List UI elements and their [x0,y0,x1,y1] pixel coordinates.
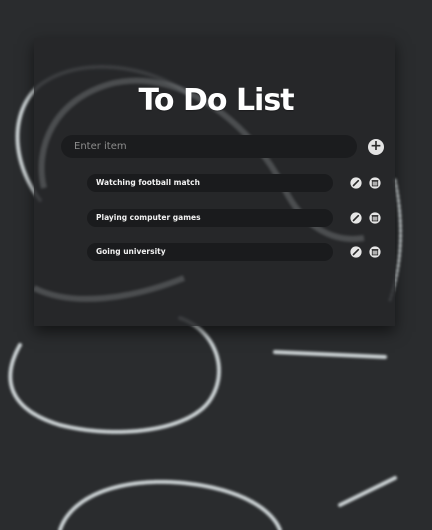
trash-icon [369,246,381,258]
todo-input[interactable] [61,135,357,158]
delete-button[interactable] [369,212,381,224]
delete-button[interactable] [369,177,381,189]
edit-button[interactable] [350,177,362,189]
plus-icon: + [370,138,382,154]
todo-item: Going university [87,243,333,261]
pencil-icon [350,246,362,258]
pencil-icon [350,177,362,189]
todo-item: Watching football match [87,174,333,192]
delete-button[interactable] [369,246,381,258]
edit-button[interactable] [350,246,362,258]
todo-item: Playing computer games [87,209,333,227]
trash-icon [369,177,381,189]
edit-button[interactable] [350,212,362,224]
app-title: To Do List [138,83,294,118]
add-button[interactable]: + [368,139,384,155]
pencil-icon [350,212,362,224]
trash-icon [369,212,381,224]
